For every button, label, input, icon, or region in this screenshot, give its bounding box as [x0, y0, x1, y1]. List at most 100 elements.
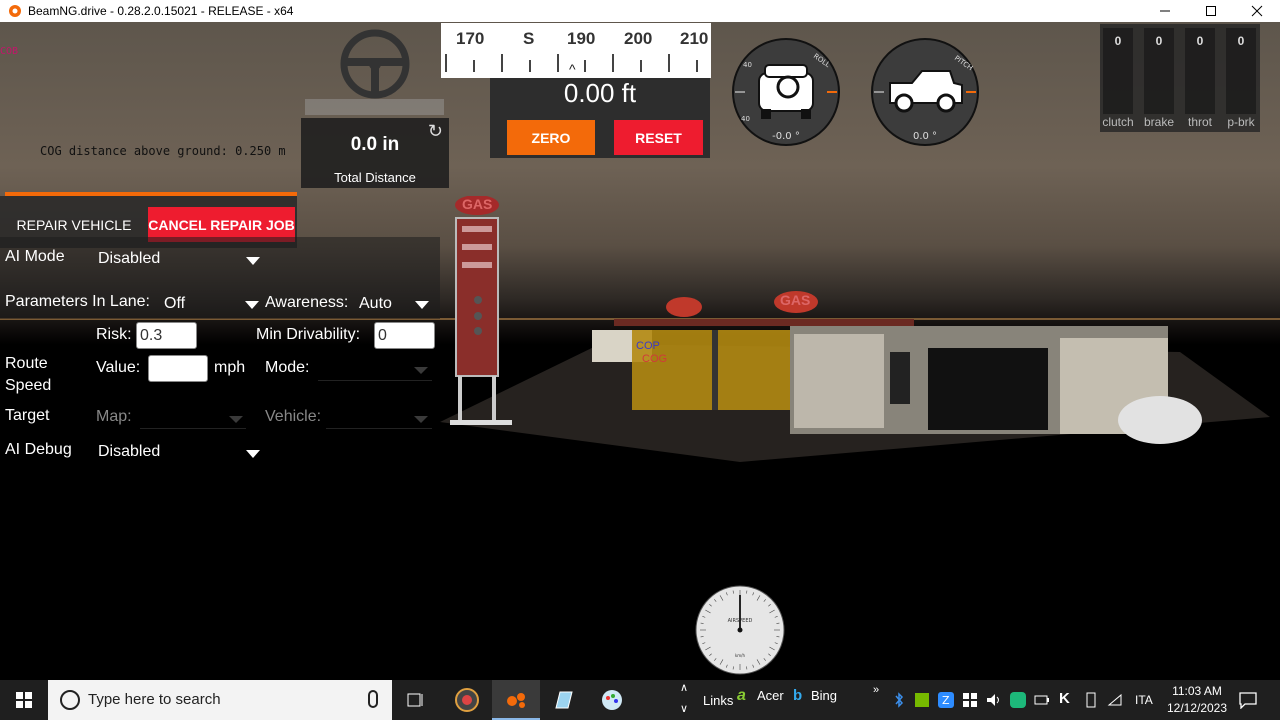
compass-tick — [584, 60, 586, 72]
clock-time[interactable]: 11:03 AM — [1160, 684, 1234, 698]
vehicle-label: Vehicle: — [265, 408, 322, 425]
route-mode-select[interactable] — [318, 359, 432, 381]
ai-debug-value: Disabled — [98, 443, 161, 460]
pitch-value: 0.0 ° — [913, 131, 937, 142]
cog-distance-readout: COG distance above ground: 0.250 m — [40, 144, 286, 158]
gas-station-building — [592, 291, 1202, 444]
chevron-down-icon — [246, 257, 260, 265]
microphone-icon[interactable] — [368, 690, 378, 708]
steering-input-bar — [305, 99, 444, 115]
pedal-input-widget: 0 0 0 0 clutch brake throt p-brk — [1100, 24, 1260, 132]
roof-sign-label: GAS — [780, 292, 811, 308]
speed-value-input[interactable] — [148, 355, 208, 382]
ai-control-panel: AI Mode Disabled Parameters In Lane: Off… — [0, 237, 440, 487]
throttle-bar: 0 — [1185, 28, 1215, 114]
onedrive-sync-icon[interactable] — [1010, 692, 1026, 708]
language-indicator[interactable]: ITA — [1135, 693, 1153, 707]
usb-drive-icon[interactable] — [1084, 691, 1098, 709]
compass-tick — [445, 54, 447, 72]
start-button[interactable] — [0, 680, 48, 720]
zero-button[interactable]: ZERO — [507, 120, 595, 155]
parking-brake-bar: 0 — [1226, 28, 1256, 114]
chevron-up-icon[interactable]: ∧ — [680, 681, 688, 694]
search-icon — [60, 690, 80, 710]
volume-icon[interactable] — [986, 692, 1002, 708]
parameters-in-lane-select[interactable]: Off — [164, 295, 260, 317]
windows-taskbar: Type here to search ∧ ∨ Links a Acer b B… — [0, 680, 1280, 720]
route-mode-label: Mode: — [265, 359, 310, 376]
more-links-icon[interactable]: » — [873, 684, 879, 696]
window-title: BeamNG.drive - 0.28.2.0.15021 - RELEASE … — [28, 4, 294, 18]
throttle-label: throt — [1187, 115, 1212, 129]
awareness-select[interactable]: Auto — [359, 295, 431, 317]
altimeter-panel: 0.00 ft ZERO RESET — [490, 78, 710, 158]
nvidia-icon[interactable] — [915, 693, 929, 707]
compass-tick — [529, 60, 531, 72]
windows-security-icon[interactable] — [962, 692, 978, 708]
roll-gauge: 40 40 ROLL -0.0 ° — [732, 38, 840, 146]
compass-tick — [668, 54, 670, 72]
svg-text:40: 40 — [741, 115, 750, 123]
search-placeholder: Type here to search — [88, 691, 221, 708]
min-drivability-label: Min Drivability: — [256, 326, 361, 343]
taskbar-app-editor[interactable] — [540, 680, 588, 720]
compass-label: 190 — [567, 29, 596, 48]
notification-center-icon[interactable] — [1238, 691, 1258, 709]
parameters-in-lane-value: Off — [164, 295, 186, 312]
ai-mode-select[interactable]: Disabled — [98, 250, 266, 272]
ai-mode-value: Disabled — [98, 250, 161, 267]
risk-input[interactable]: 0.3 — [136, 322, 197, 349]
compass-label: 200 — [624, 29, 653, 48]
ai-debug-select[interactable]: Disabled — [98, 443, 266, 465]
brake-label: brake — [1143, 115, 1175, 129]
task-view-button[interactable] — [392, 680, 440, 720]
ai-debug-label: AI Debug — [5, 441, 72, 458]
minimize-button[interactable] — [1142, 0, 1188, 22]
compass-pointer: ^ — [569, 61, 576, 77]
min-drivability-input[interactable]: 0 — [374, 322, 435, 349]
bing-link[interactable]: Bing — [811, 688, 837, 703]
acer-icon: a — [737, 687, 746, 704]
notes-app-icon — [555, 691, 573, 709]
taskbar-app-beamng[interactable] — [492, 680, 540, 720]
taskbar-search-box[interactable]: Type here to search — [48, 680, 392, 720]
acer-link[interactable]: Acer — [757, 688, 784, 703]
clutch-value: 0 — [1114, 34, 1122, 48]
target-label: Target — [5, 407, 50, 424]
window-title-bar[interactable]: BeamNG.drive - 0.28.2.0.15021 - RELEASE … — [0, 0, 1280, 22]
parameters-in-lane-label: Parameters In Lane: — [5, 293, 150, 310]
taskbar-app-media[interactable] — [443, 680, 491, 720]
route-label: Route — [5, 355, 48, 372]
task-view-icon — [407, 693, 423, 707]
taskbar-app-paint[interactable] — [588, 680, 636, 720]
maximize-button[interactable] — [1188, 0, 1234, 22]
links-toolbar-label[interactable]: Links — [703, 693, 733, 708]
close-button[interactable] — [1234, 0, 1280, 22]
speed-value-label: Value: — [96, 359, 141, 376]
airspeed-unit: km/h — [735, 653, 746, 658]
chevron-down-icon — [415, 301, 429, 309]
bluetooth-icon[interactable] — [893, 692, 905, 708]
risk-label: Risk: — [96, 326, 132, 343]
battery-icon[interactable] — [1034, 693, 1050, 707]
parking-brake-value: 0 — [1237, 34, 1245, 48]
select-underline — [326, 428, 432, 429]
k-app-icon[interactable]: K — [1059, 690, 1070, 707]
target-vehicle-select[interactable] — [326, 407, 432, 429]
speed-unit-label: mph — [214, 359, 246, 376]
compass-tick — [640, 60, 642, 72]
beamng-logo-icon — [9, 5, 21, 17]
wifi-icon[interactable] — [1107, 692, 1123, 708]
distance-label: Total Distance — [334, 170, 416, 185]
pitch-gauge: PITCH 0.0 ° — [871, 38, 979, 146]
target-map-select[interactable] — [140, 407, 246, 429]
store-label-cog: COG — [642, 353, 668, 365]
altitude-value: 0.00 ft — [563, 78, 637, 108]
chevron-down-icon[interactable]: ∨ — [680, 702, 688, 715]
clock-date[interactable]: 12/12/2023 — [1160, 701, 1234, 715]
cob-marker-label: COB — [0, 46, 19, 57]
zoom-icon[interactable]: Z — [938, 692, 954, 708]
reset-button[interactable]: RESET — [614, 120, 703, 155]
compass-label: 210 — [680, 29, 709, 48]
awareness-label: Awareness: — [265, 294, 349, 311]
